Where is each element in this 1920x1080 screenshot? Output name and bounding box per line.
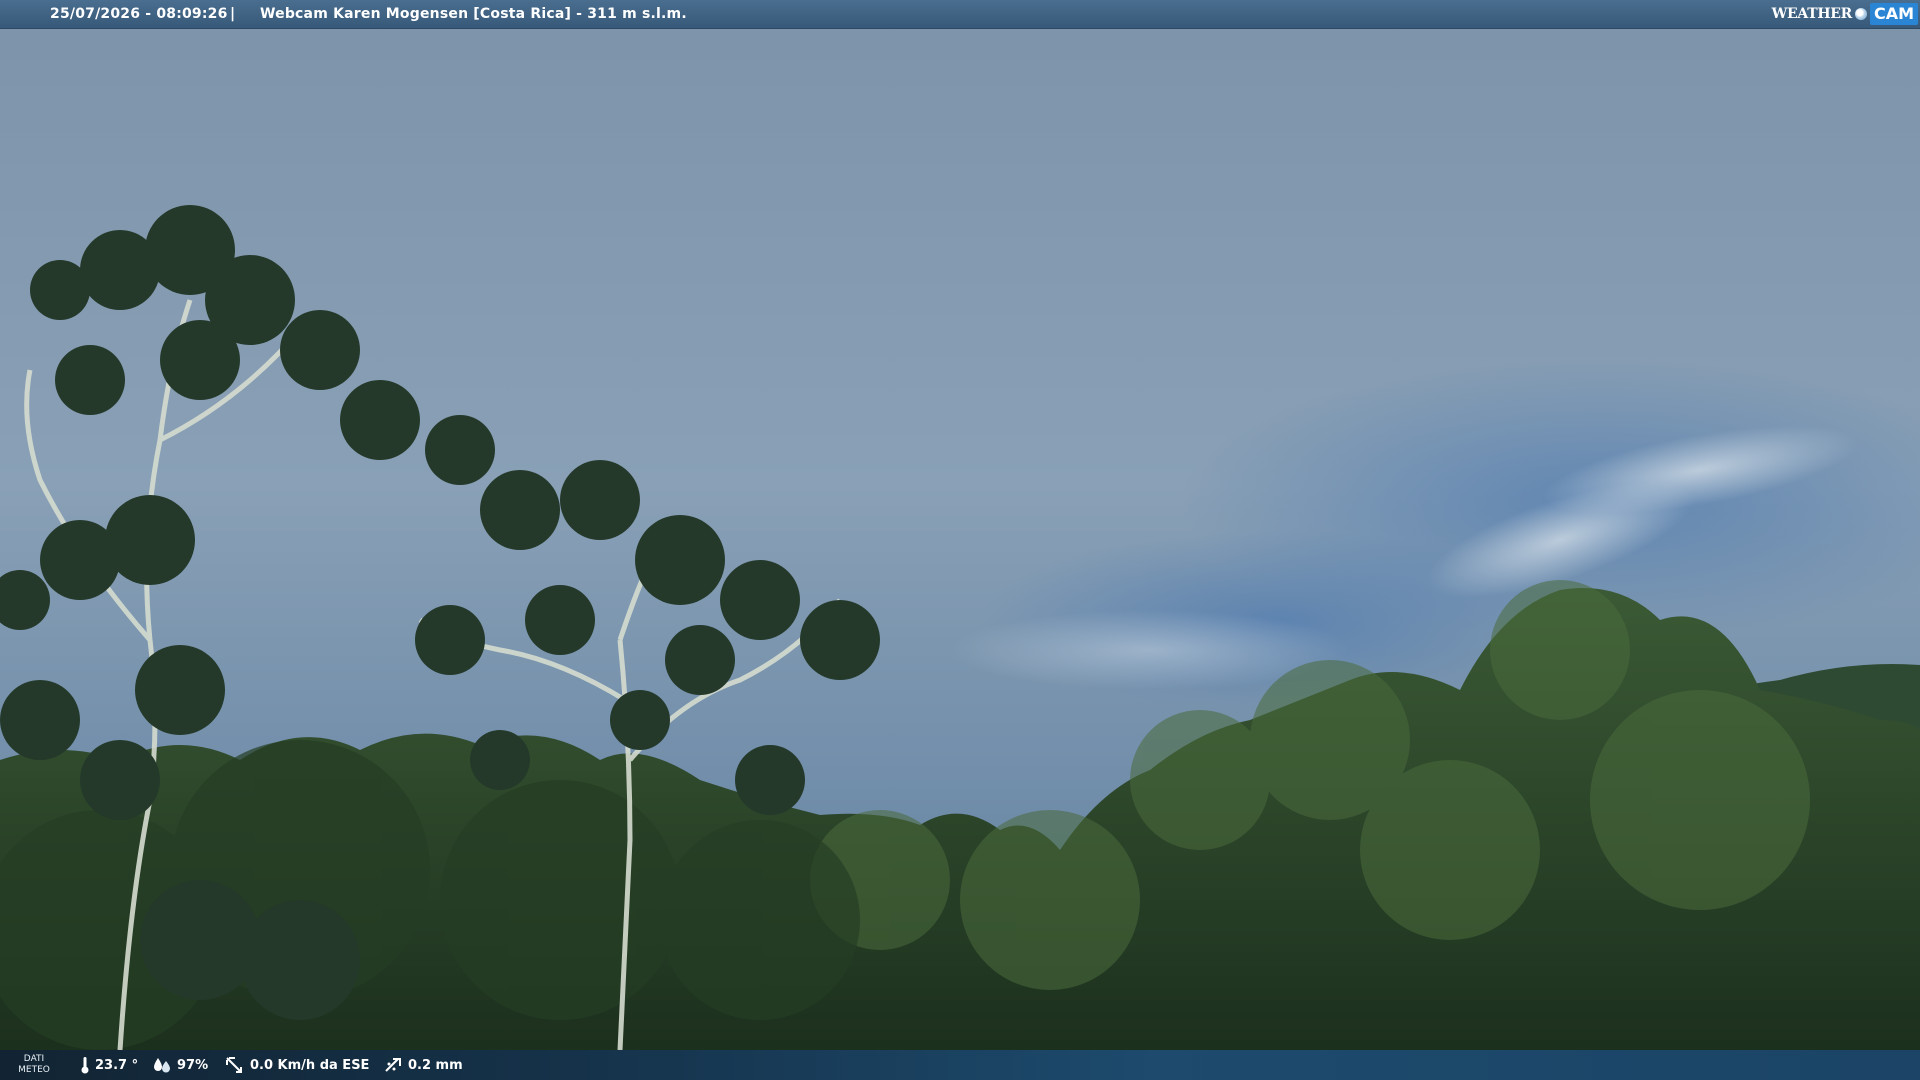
datetime-label: 25/07/2026 - 08:09:26 — [50, 6, 228, 22]
weathercam-logo: WEATHER CAM — [1772, 2, 1918, 26]
webcam-title: Webcam Karen Mogensen [Costa Rica] - 311… — [260, 6, 687, 22]
thermometer-icon — [81, 1057, 89, 1074]
humidity-drops-icon — [154, 1058, 170, 1073]
wind-readout: 0.0 Km/h da ESE — [225, 1050, 369, 1080]
header-separator: | — [230, 6, 236, 22]
logo-globe-icon — [1854, 8, 1867, 20]
logo-weather-text: WEATHER — [1771, 6, 1853, 22]
wind-direction-icon — [226, 1057, 242, 1073]
logo-cam-text: CAM — [1869, 3, 1918, 25]
rain-gauge-icon — [385, 1058, 401, 1072]
wind-value: 0.0 Km/h da ESE — [250, 1057, 370, 1073]
header-bar: 25/07/2026 - 08:09:26 | Webcam Karen Mog… — [0, 0, 1920, 29]
temperature-readout: 23.7 ° — [80, 1050, 138, 1080]
weather-bar-label: DATI METEO — [18, 1054, 50, 1075]
weather-data-bar: DATI METEO 23.7 ° 97% 0.0 Km/h da ESE 0.… — [0, 1050, 1920, 1080]
webcam-image — [0, 0, 1920, 1080]
temperature-value: 23.7 ° — [95, 1057, 139, 1073]
rain-readout: 0.2 mm — [383, 1050, 463, 1080]
humidity-readout: 97% — [152, 1050, 208, 1080]
rain-value: 0.2 mm — [408, 1057, 463, 1073]
humidity-value: 97% — [177, 1057, 209, 1073]
